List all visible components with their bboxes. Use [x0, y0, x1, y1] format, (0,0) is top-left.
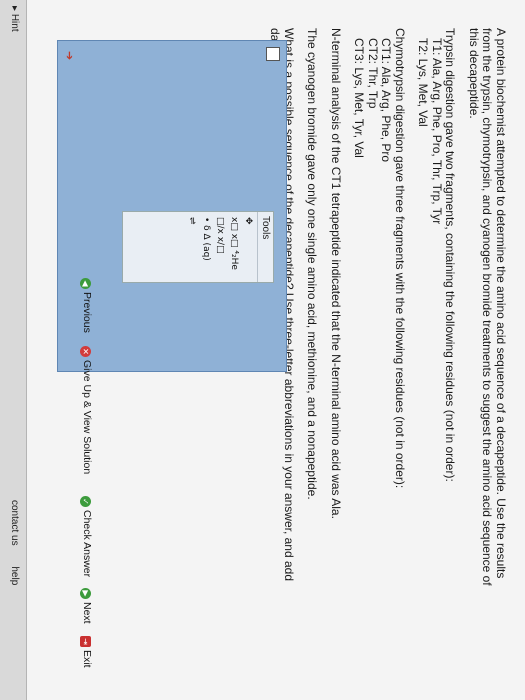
question-text: A protein biochemist attempted to determ… — [258, 28, 509, 588]
check-answer-label: Check Answer — [81, 510, 93, 578]
exit-button[interactable]: ⇥ Exit — [80, 636, 93, 668]
question-intro: A protein biochemist attempted to determ… — [467, 28, 508, 586]
hint-link[interactable]: ▸ Hint — [9, 6, 20, 32]
cyanogen-result: The cyanogen bromide gave only one singl… — [305, 28, 320, 500]
trypsin-block: Trypsin digestion gave two fragments, co… — [416, 28, 458, 588]
action-buttons: ◀ Previous ✕ Give Up & View Solution ✓ Chec… — [73, 278, 93, 698]
fraction-tool[interactable]: □/x x/□ — [215, 217, 225, 277]
give-up-icon: ✕ — [80, 346, 91, 357]
equilibrium-arrow-tool[interactable]: ⇌ — [187, 217, 197, 277]
answer-input[interactable] — [266, 47, 280, 61]
exit-icon: ⇥ — [80, 636, 91, 647]
tools-panel: Tools ✥ x□ x□ ⁴₂He □/x x/□ • δ Δ (aq) ⇌ — [122, 211, 274, 283]
previous-button[interactable]: ◀ Previous — [80, 278, 93, 333]
give-up-button[interactable]: ✕ Give Up & View Solution — [80, 346, 93, 474]
next-button[interactable]: ▶ Next — [80, 588, 93, 624]
check-answer-button[interactable]: ✓ Check Answer — [80, 496, 93, 577]
submit-arrow-icon[interactable]: ➔ — [63, 51, 75, 65]
chymotrypsin-fragment-ct3: CT3: Lys, Met, Tyr, Val — [352, 38, 367, 158]
next-label: Next — [81, 602, 93, 624]
trypsin-fragment-t2: T2: Lys, Met, Val — [416, 38, 431, 127]
contact-us-link[interactable]: contact us — [9, 500, 20, 546]
previous-arrow-icon: ◀ — [80, 278, 91, 289]
chymotrypsin-header: Chymotrypsin digestion gave three fragme… — [393, 28, 407, 489]
nterminal-analysis: N-terminal analysis of the CT1 tetrapept… — [329, 28, 343, 519]
superscript-subscript-tool[interactable]: x□ x□ ⁴₂He — [229, 217, 239, 277]
question-page: A protein biochemist attempted to determ… — [0, 0, 525, 700]
footer-links: contact us help — [9, 500, 20, 603]
tools-title: Tools — [257, 212, 273, 282]
chymotrypsin-block: Chymotrypsin digestion gave three fragme… — [352, 28, 408, 588]
check-icon: ✓ — [80, 496, 91, 507]
give-up-label: Give Up & View Solution — [81, 360, 93, 475]
symbols-tool[interactable]: • δ Δ (aq) — [201, 217, 211, 277]
hint-label: Hint — [9, 13, 20, 32]
chymotrypsin-fragment-ct2: CT2: Thr, Trp — [366, 38, 380, 109]
footer-bar: ▸ Hint contact us help — [0, 0, 27, 700]
screen: A protein biochemist attempted to determ… — [0, 0, 525, 700]
next-arrow-icon: ▶ — [80, 588, 91, 599]
trypsin-fragment-t1: T1: Ala, Arg, Phe, Pro, Thr, Trp, Tyr — [430, 38, 444, 225]
chymotrypsin-fragment-ct1: CT1: Ala, Arg, Phe, Pro — [379, 38, 394, 163]
previous-label: Previous — [81, 292, 93, 333]
move-tool-icon[interactable]: ✥ — [243, 217, 253, 277]
exit-label: Exit — [81, 650, 93, 668]
trypsin-header: Trypsin digestion gave two fragments, co… — [443, 28, 458, 482]
help-link[interactable]: help — [9, 566, 20, 585]
